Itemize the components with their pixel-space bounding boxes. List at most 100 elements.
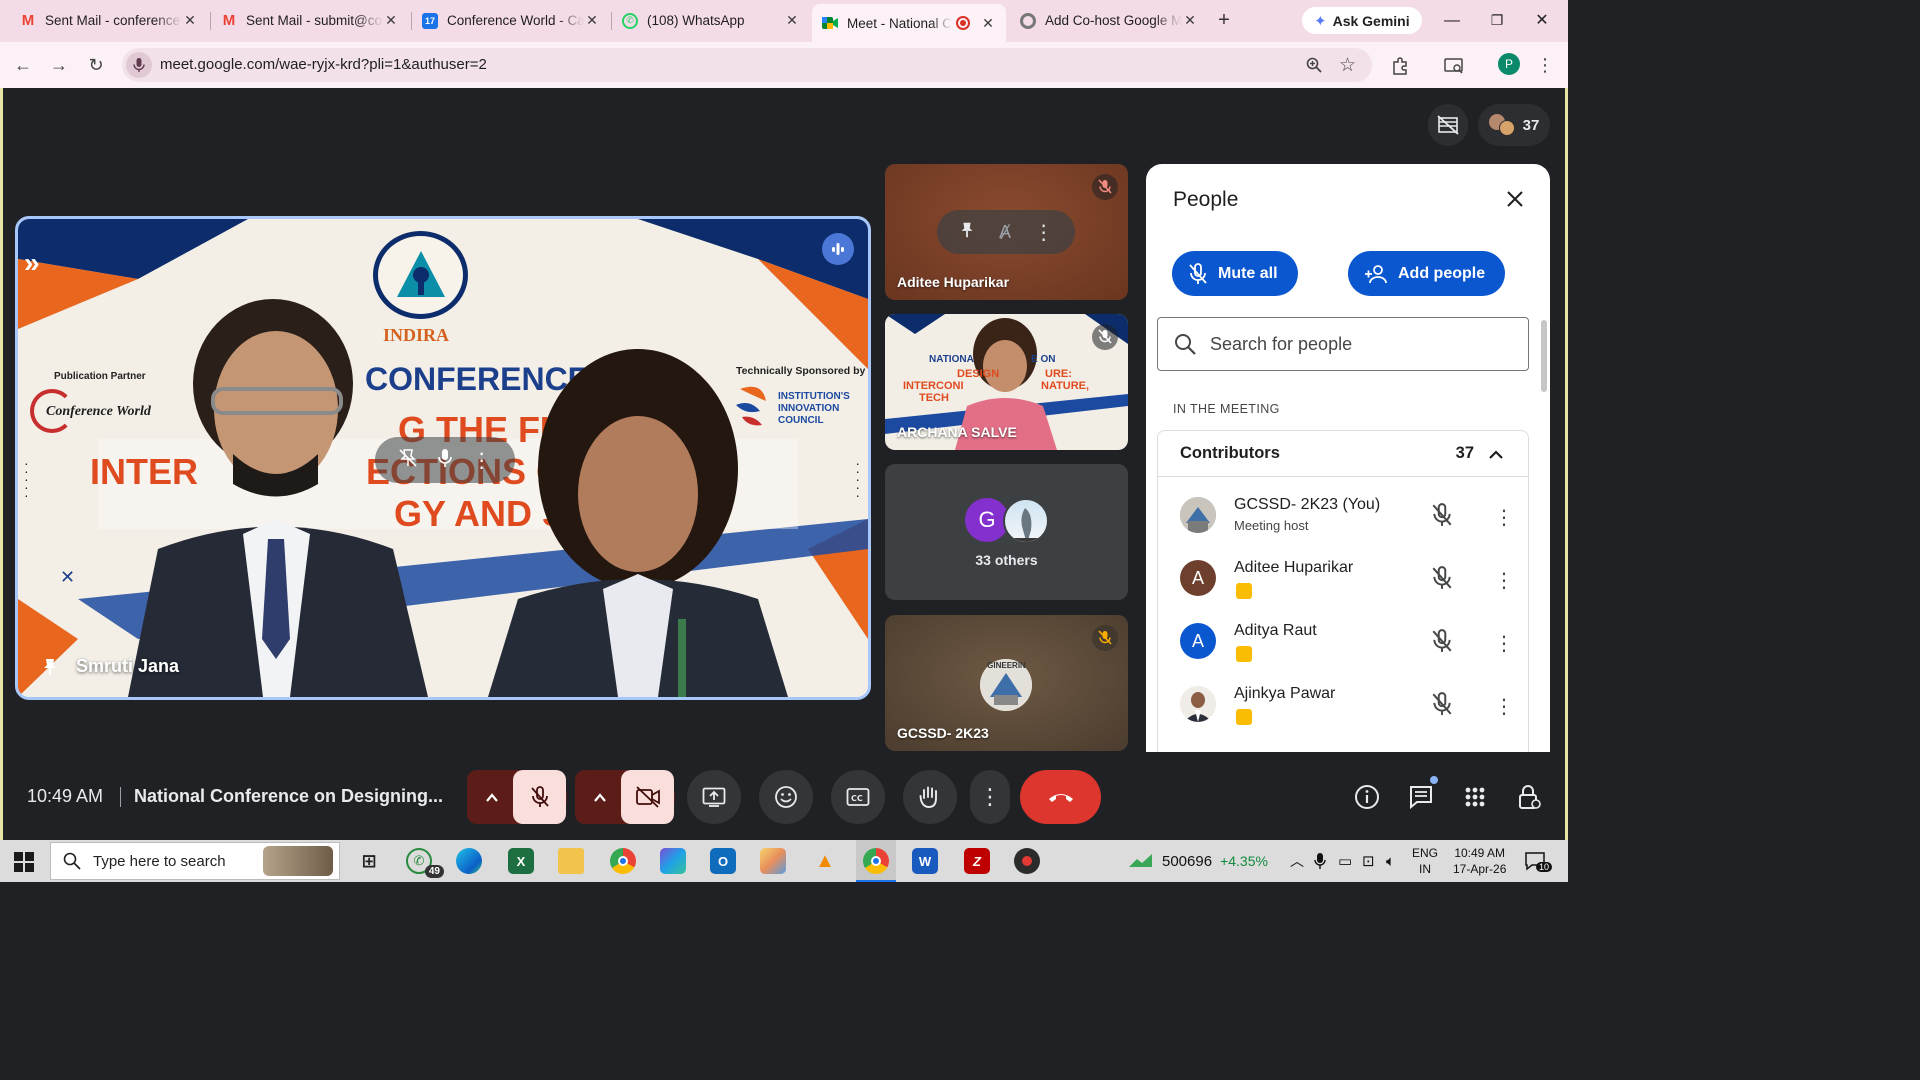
minimize-button[interactable]: —	[1430, 7, 1474, 34]
captions-button[interactable]: CC	[831, 770, 885, 824]
left-arrows-icon: »	[24, 247, 39, 278]
windows-start-icon[interactable]	[14, 852, 34, 872]
address-bar[interactable]: meet.google.com/wae-ryjx-krd?pli=1&authu…	[122, 48, 1372, 82]
excel-icon[interactable]: X	[508, 848, 534, 874]
network-icon[interactable]: ⊡	[1362, 840, 1375, 882]
new-tab-button[interactable]: +	[1212, 8, 1236, 32]
m365-icon[interactable]	[660, 848, 686, 874]
url-text: meet.google.com/wae-ryjx-krd?pli=1&authu…	[160, 56, 487, 73]
extensions-icon[interactable]	[1388, 54, 1412, 78]
close-tab-icon[interactable]: ✕	[182, 12, 198, 29]
forward-button[interactable]: →	[46, 52, 72, 78]
pin-icon[interactable]	[958, 220, 976, 245]
video-tile-gcssd[interactable]: GINEERIN GCSSD- 2K23	[885, 615, 1128, 751]
mute-all-button[interactable]: Mute all	[1172, 251, 1298, 296]
search-people-input[interactable]: Search for people	[1157, 317, 1529, 371]
more-options-icon[interactable]: ⋮	[1494, 631, 1514, 656]
more-options-icon[interactable]: ⋮	[1494, 505, 1514, 530]
close-tab-icon[interactable]: ✕	[383, 12, 399, 29]
tab-strip: M Sent Mail - conferencew ✕ M Sent Mail …	[0, 0, 1568, 42]
mic-toggle-button[interactable]	[513, 770, 566, 824]
contributors-header[interactable]: Contributors 37	[1158, 431, 1528, 477]
edge-icon[interactable]	[456, 848, 482, 874]
participants-button[interactable]: 37	[1478, 104, 1550, 146]
paint-icon[interactable]	[760, 848, 786, 874]
muted-mic-icon[interactable]	[1431, 566, 1453, 590]
raise-hand-button[interactable]	[903, 770, 957, 824]
leave-call-button[interactable]	[1020, 770, 1101, 824]
back-button[interactable]: ←	[10, 52, 36, 78]
more-options-icon[interactable]: ⋮	[1494, 568, 1514, 593]
file-explorer-icon[interactable]	[558, 848, 584, 874]
tab-meet[interactable]: Meet - National Co ✕	[812, 4, 1006, 42]
close-tab-icon[interactable]: ✕	[584, 12, 600, 29]
tray-overflow-icon[interactable]: ︿	[1290, 840, 1304, 882]
restore-button[interactable]: ❐	[1475, 7, 1519, 34]
video-tile-aditee[interactable]: Ⱥ ⋮ Aditee Huparikar	[885, 164, 1128, 300]
participant-row[interactable]: GCSSD- 2K23 (You) Meeting host ⋮	[1158, 485, 1528, 547]
battery-icon[interactable]: ▭	[1338, 840, 1352, 882]
close-tab-icon[interactable]: ✕	[980, 15, 996, 32]
reload-button[interactable]: ↻	[83, 52, 109, 78]
tab-sent-mail-1[interactable]: M Sent Mail - conferencew ✕	[10, 5, 208, 36]
muted-mic-icon[interactable]	[1431, 629, 1453, 653]
chat-button[interactable]	[1406, 776, 1438, 812]
more-options-button[interactable]: ⋮	[970, 770, 1010, 824]
participant-row[interactable]: Ajinkya Pawar ⋮	[1158, 674, 1528, 736]
cast-media-icon[interactable]	[1442, 54, 1466, 78]
language-indicator[interactable]: ENG IN	[1412, 840, 1438, 882]
bookmark-star-icon[interactable]: ☆	[1339, 54, 1356, 77]
mute-participant-icon[interactable]: Ⱥ	[999, 222, 1011, 243]
taskbar-clock[interactable]: 10:49 AM 17-Apr-26	[1453, 840, 1506, 882]
activities-button[interactable]	[1460, 782, 1490, 812]
meeting-details-button[interactable]	[1352, 782, 1382, 812]
people-panel-scrollbar[interactable]	[1541, 320, 1547, 392]
add-people-button[interactable]: Add people	[1348, 251, 1506, 296]
tray-mic-icon[interactable]	[1314, 840, 1326, 882]
outlook-icon[interactable]: O	[710, 848, 736, 874]
volume-icon[interactable]: 🔈︎	[1386, 840, 1395, 882]
close-panel-icon[interactable]	[1502, 186, 1528, 212]
muted-mic-icon[interactable]	[1431, 692, 1453, 716]
unpin-icon[interactable]	[398, 448, 418, 473]
participant-row[interactable]: A Aditee Huparikar ⋮	[1158, 548, 1528, 610]
close-window-button[interactable]: ✕	[1520, 7, 1564, 34]
tab-conference-calendar[interactable]: 17 Conference World - Cal ✕	[412, 5, 610, 36]
host-controls-button[interactable]	[1514, 782, 1544, 812]
word-icon[interactable]: W	[912, 848, 938, 874]
chrome-profile-taskbar-icon[interactable]	[863, 848, 889, 874]
chevron-up-icon[interactable]	[1488, 449, 1504, 459]
tile-more-options-icon[interactable]: ⋮	[472, 448, 492, 473]
tab-sent-mail-2[interactable]: M Sent Mail - submit@con ✕	[211, 5, 409, 36]
profile-avatar[interactable]: P	[1498, 53, 1520, 75]
reactions-button[interactable]	[759, 770, 813, 824]
whatsapp-taskbar-icon[interactable]: ✆ 49	[406, 848, 444, 878]
tab-whatsapp[interactable]: ✆ (108) WhatsApp ✕	[612, 5, 810, 36]
filezilla-icon[interactable]: Z	[964, 848, 990, 874]
more-options-icon[interactable]: ⋮	[1494, 694, 1514, 719]
participant-row[interactable]: A Aditya Raut ⋮	[1158, 611, 1528, 673]
muted-mic-icon[interactable]	[1431, 503, 1453, 527]
main-video-tile[interactable]: INDIRA Publication Partner Conference Wo…	[15, 216, 871, 700]
chrome-menu-icon[interactable]: ⋮	[1532, 52, 1558, 78]
hide-tiles-button[interactable]	[1428, 104, 1468, 146]
record-app-icon[interactable]	[1014, 848, 1040, 874]
video-tile-archana[interactable]: NATIONA DESIGN INTERCONI TECH E ON URE: …	[885, 314, 1128, 450]
task-view-icon[interactable]: ⊞	[356, 848, 382, 874]
site-info-icon[interactable]	[126, 52, 152, 78]
close-tab-icon[interactable]: ✕	[784, 12, 800, 29]
chrome-taskbar-icon[interactable]	[610, 848, 636, 874]
vlc-icon[interactable]: ▲	[812, 848, 838, 874]
notification-center-icon[interactable]: 10	[1524, 840, 1553, 882]
zoom-icon[interactable]	[1306, 57, 1322, 78]
tile-more-options-icon[interactable]: ⋮	[1034, 220, 1054, 245]
close-tab-icon[interactable]: ✕	[1182, 12, 1198, 29]
tab-add-cohost[interactable]: Add Co-host Google M ✕	[1010, 5, 1208, 36]
ask-gemini-button[interactable]: ✦ Ask Gemini	[1302, 7, 1422, 34]
present-screen-button[interactable]	[687, 770, 741, 824]
stock-widget[interactable]: 500696 +4.35%	[1128, 840, 1268, 882]
video-tile-others[interactable]: G 33 others	[885, 464, 1128, 600]
mic-icon[interactable]	[437, 448, 453, 473]
taskbar-search-box[interactable]: Type here to search	[50, 842, 340, 880]
camera-toggle-button[interactable]	[621, 770, 674, 824]
